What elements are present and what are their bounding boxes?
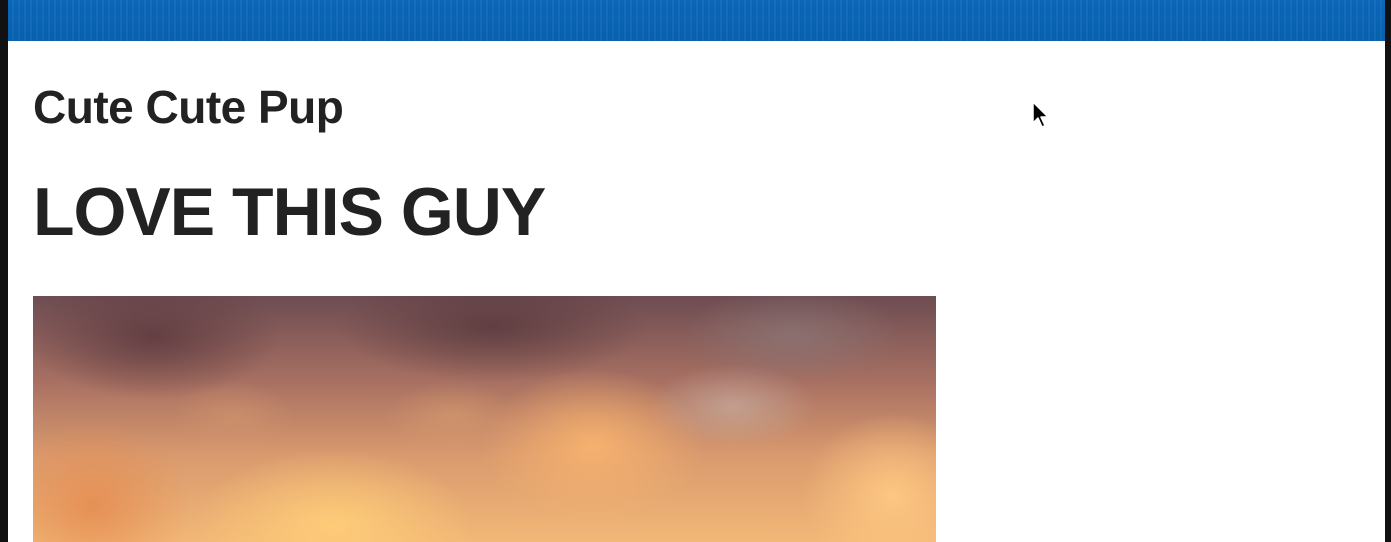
- post-title: LOVE THIS GUY: [33, 174, 546, 250]
- hero-image-clouds: [33, 296, 936, 542]
- left-window-edge: [0, 0, 8, 542]
- hero-image: [33, 296, 936, 542]
- page-content: Cute Cute Pup LOVE THIS GUY: [33, 41, 1373, 542]
- mouse-pointer-icon: [1032, 101, 1049, 128]
- site-title[interactable]: Cute Cute Pup: [33, 81, 344, 133]
- top-header-bar: [0, 0, 1391, 41]
- right-window-edge: [1385, 0, 1391, 542]
- browser-viewport: Cute Cute Pup LOVE THIS GUY: [0, 0, 1391, 542]
